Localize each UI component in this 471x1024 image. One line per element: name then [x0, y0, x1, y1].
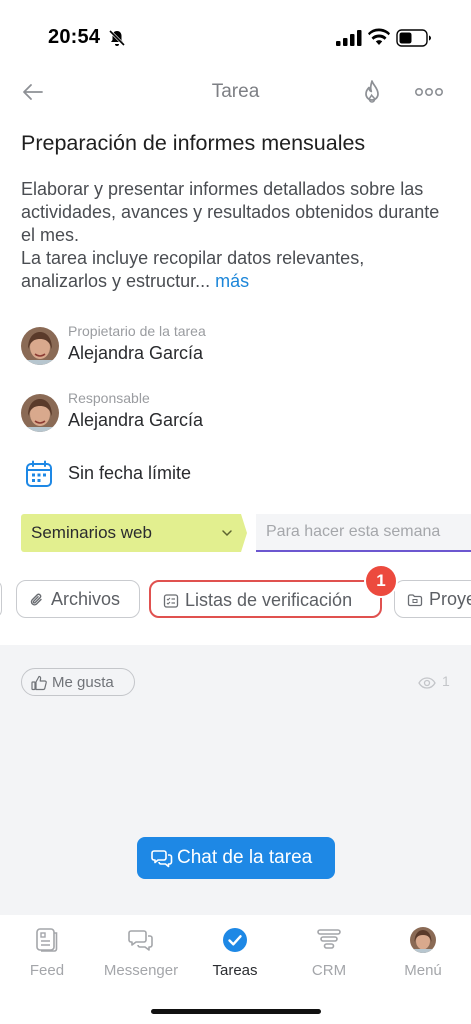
- crm-funnel-icon: [317, 929, 341, 949]
- more-options-icon[interactable]: [414, 84, 444, 100]
- chat-bubbles-icon: [151, 850, 173, 868]
- task-chat-button[interactable]: Chat de la tarea: [137, 837, 335, 879]
- messenger-icon: [128, 930, 153, 951]
- flame-icon[interactable]: [360, 78, 384, 106]
- task-chat-label: Chat de la tarea: [177, 847, 313, 868]
- tab-projects[interactable]: Proye: [394, 580, 471, 618]
- thumbs-up-icon: [31, 675, 47, 691]
- tab-checklists[interactable]: Listas de verificación: [149, 580, 382, 618]
- deadline-row[interactable]: Sin fecha límite: [21, 458, 321, 490]
- eye-icon: [418, 677, 436, 689]
- task-header: Tarea: [0, 74, 471, 112]
- status-bar: 20:54: [0, 0, 471, 74]
- tab-partial-left[interactable]: [0, 580, 2, 618]
- task-description: Elaborar y presentar informes detallados…: [21, 178, 451, 293]
- nav-feed-label: Feed: [29, 962, 65, 979]
- tab-files-label: Archivos: [51, 589, 121, 609]
- task-tabs: Archivos Listas de verificación Proye: [0, 580, 471, 620]
- stage-label: Seminarios web: [31, 523, 152, 542]
- signal-icon: [336, 30, 362, 46]
- more-link[interactable]: más: [215, 271, 249, 291]
- notification-badge: 1: [364, 564, 398, 598]
- owner-name: Alejandra García: [68, 343, 204, 363]
- owner-role-label: Propietario de la tarea: [68, 323, 206, 339]
- task-owner[interactable]: Propietario de la tarea Alejandra García: [21, 323, 441, 371]
- nav-tasks[interactable]: Tareas: [188, 915, 282, 995]
- avatar-menu-icon: [410, 927, 436, 953]
- kanban-placeholder: Para hacer esta semana: [266, 523, 441, 540]
- task-responsible[interactable]: Responsable Alejandra García: [21, 390, 441, 438]
- views-count: 1: [442, 673, 450, 689]
- checklist-icon: [163, 594, 179, 608]
- tab-checklists-label: Listas de verificación: [185, 590, 353, 610]
- folder-icon: [407, 594, 423, 607]
- battery-icon: [396, 29, 431, 47]
- kanban-stage-input[interactable]: Para hacer esta semana: [256, 514, 471, 552]
- deadline-label: Sin fecha límite: [68, 463, 192, 483]
- page-title: Tarea: [211, 81, 260, 102]
- nav-feed[interactable]: Feed: [0, 915, 94, 995]
- like-button[interactable]: Me gusta: [21, 668, 135, 696]
- tasks-check-icon: [223, 928, 247, 952]
- nav-crm[interactable]: CRM: [282, 915, 376, 995]
- bottom-navigation: Feed Messenger Tareas CRM Menú: [0, 915, 471, 1024]
- responsible-name: Alejandra García: [68, 410, 204, 430]
- task-title: Preparación de informes mensuales: [21, 131, 366, 155]
- nav-tasks-label: Tareas: [212, 962, 258, 979]
- status-time: 20:54: [48, 26, 101, 48]
- wifi-icon: [368, 28, 390, 45]
- feed-icon: [36, 928, 58, 952]
- tab-projects-label: Proye: [429, 589, 471, 609]
- chevron-down-icon: [222, 530, 232, 537]
- avatar: [21, 327, 59, 365]
- paperclip-icon: [30, 593, 42, 606]
- nav-menu[interactable]: Menú: [376, 915, 470, 995]
- nav-messenger-label: Messenger: [103, 962, 179, 979]
- nav-menu-label: Menú: [404, 962, 442, 979]
- calendar-icon: [26, 460, 52, 487]
- responsible-role-label: Responsable: [68, 390, 150, 406]
- home-indicator: [151, 1009, 321, 1014]
- bell-off-icon: [108, 29, 126, 47]
- stage-selector[interactable]: Seminarios web: [21, 514, 247, 552]
- avatar: [21, 394, 59, 432]
- nav-crm-label: CRM: [311, 962, 347, 979]
- like-label: Me gusta: [52, 674, 114, 691]
- tab-files[interactable]: Archivos: [16, 580, 140, 618]
- nav-messenger[interactable]: Messenger: [94, 915, 188, 995]
